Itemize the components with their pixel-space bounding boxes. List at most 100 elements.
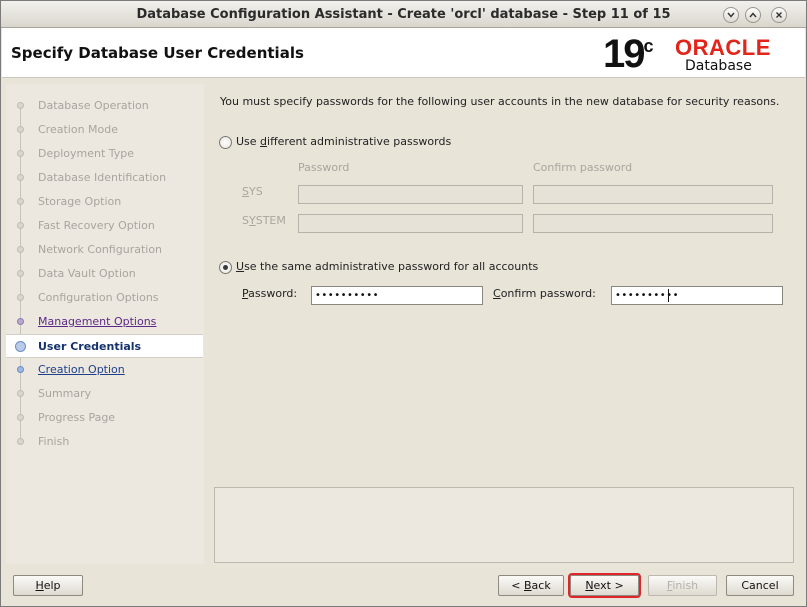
step-item: Network Configuration bbox=[6, 238, 203, 262]
next-button[interactable]: Next > bbox=[568, 573, 641, 598]
sys-password-field[interactable] bbox=[298, 185, 523, 204]
step-label: Fast Recovery Option bbox=[38, 219, 155, 232]
system-password-field[interactable] bbox=[298, 214, 523, 233]
step-indicator-icon bbox=[17, 414, 24, 421]
step-item: Storage Option bbox=[6, 190, 203, 214]
step-item: Progress Page bbox=[6, 406, 203, 430]
message-area bbox=[214, 487, 794, 563]
label-part: ack bbox=[531, 579, 551, 592]
step-item: Deployment Type bbox=[6, 142, 203, 166]
sys-confirm-password-field[interactable] bbox=[533, 185, 773, 204]
label-part: S bbox=[242, 214, 249, 227]
step-label: Management Options bbox=[38, 315, 157, 328]
label-mnemonic: H bbox=[35, 579, 44, 592]
label-part: se the same administrative password for … bbox=[244, 260, 539, 273]
confirm-password-label: Confirm password: bbox=[493, 287, 596, 300]
step-indicator-icon bbox=[17, 222, 24, 229]
step-label: User Credentials bbox=[38, 340, 142, 353]
step-item: Summary bbox=[6, 382, 203, 406]
label-mnemonic: d bbox=[260, 135, 268, 148]
intro-text: You must specify passwords for the follo… bbox=[220, 95, 780, 108]
step-label: Database Identification bbox=[38, 171, 167, 184]
dbca-window: Database Configuration Assistant - Creat… bbox=[0, 0, 807, 607]
logo-version-number: 19 bbox=[603, 32, 645, 76]
logo-version-suffix: c bbox=[643, 36, 654, 56]
step-indicator-icon bbox=[17, 366, 24, 373]
label-part: STEM bbox=[255, 214, 286, 227]
system-row-label: SYSTEM bbox=[242, 214, 286, 227]
back-button[interactable]: < Back bbox=[498, 575, 564, 596]
password-input[interactable]: •••••••••• bbox=[311, 286, 483, 305]
step-label: Creation Mode bbox=[38, 123, 119, 136]
step-indicator-icon bbox=[17, 150, 24, 157]
finish-button[interactable]: Finish bbox=[648, 575, 717, 596]
close-button[interactable] bbox=[771, 7, 787, 23]
password-label: Password: bbox=[242, 287, 297, 300]
label-part: onfirm password: bbox=[500, 287, 596, 300]
step-label: Progress Page bbox=[38, 411, 116, 424]
label-part: ifferent administrative passwords bbox=[267, 135, 452, 148]
different-passwords-label[interactable]: Use different administrative passwords bbox=[236, 135, 451, 148]
step-label: Network Configuration bbox=[38, 243, 163, 256]
logo-product: Database bbox=[685, 58, 752, 74]
same-password-label[interactable]: Use the same administrative password for… bbox=[236, 260, 538, 273]
text-caret bbox=[668, 289, 669, 302]
close-icon bbox=[776, 12, 782, 18]
title-bar[interactable]: Database Configuration Assistant - Creat… bbox=[1, 1, 806, 28]
chevron-up-icon bbox=[749, 12, 757, 18]
step-label: Deployment Type bbox=[38, 147, 135, 160]
page-header: Specify Database User Credentials 19c OR… bbox=[2, 28, 805, 78]
step-indicator-icon bbox=[17, 246, 24, 253]
step-label: Creation Option bbox=[38, 363, 125, 376]
window-title: Database Configuration Assistant - Creat… bbox=[136, 7, 671, 22]
sys-row-label: SYS bbox=[242, 185, 263, 198]
step-indicator-icon bbox=[17, 198, 24, 205]
step-label: Database Operation bbox=[38, 99, 149, 112]
step-indicator-icon bbox=[17, 438, 24, 445]
label-part: inish bbox=[672, 579, 699, 592]
label-part: elp bbox=[43, 579, 61, 592]
step-indicator-icon bbox=[15, 341, 26, 352]
step-label: Data Vault Option bbox=[38, 267, 136, 280]
step-indicator-icon bbox=[17, 126, 24, 133]
oracle-logo: 19c ORACLE Database bbox=[603, 32, 793, 76]
step-navigation: Database Operation Creation Mode Deploymen… bbox=[6, 84, 204, 564]
step-indicator-icon bbox=[17, 270, 24, 277]
step-item: Configuration Options bbox=[6, 286, 203, 310]
label-mnemonic: B bbox=[524, 579, 532, 592]
step-item[interactable]: Management Options bbox=[6, 310, 203, 334]
label-part: YS bbox=[248, 185, 263, 198]
different-passwords-radio[interactable] bbox=[219, 136, 232, 149]
page-title: Specify Database User Credentials bbox=[11, 44, 304, 62]
step-label: Summary bbox=[38, 387, 92, 400]
step-indicator-icon bbox=[17, 390, 24, 397]
confirm-password-input[interactable]: •••••••••• bbox=[611, 286, 783, 305]
step-item: Data Vault Option bbox=[6, 262, 203, 286]
same-password-radio[interactable] bbox=[219, 261, 232, 274]
system-confirm-password-field[interactable] bbox=[533, 214, 773, 233]
cancel-button[interactable]: Cancel bbox=[726, 575, 794, 596]
label-part: assword: bbox=[248, 287, 298, 300]
step-indicator-icon bbox=[17, 174, 24, 181]
step-item[interactable]: Creation Option bbox=[6, 358, 203, 382]
step-item: Fast Recovery Option bbox=[6, 214, 203, 238]
label-mnemonic: S bbox=[242, 185, 249, 198]
step-item: Creation Mode bbox=[6, 118, 203, 142]
minimize-button[interactable] bbox=[723, 7, 739, 23]
maximize-button[interactable] bbox=[745, 7, 761, 23]
label-part: Use bbox=[236, 135, 261, 148]
step-label: Configuration Options bbox=[38, 291, 159, 304]
help-button[interactable]: Help bbox=[13, 575, 83, 596]
step-item: Database Operation bbox=[6, 94, 203, 118]
password-column-header: Password bbox=[298, 161, 350, 174]
label-mnemonic: C bbox=[493, 287, 501, 300]
label-mnemonic: U bbox=[236, 260, 245, 273]
step-label: Finish bbox=[38, 435, 70, 448]
password-value: •••••••••• bbox=[315, 290, 379, 301]
step-item: Finish bbox=[6, 430, 203, 454]
step-item: User Credentials bbox=[6, 334, 203, 358]
credentials-panel: You must specify passwords for the follo… bbox=[214, 84, 794, 484]
label-part: ext > bbox=[593, 579, 624, 592]
label-mnemonic: Y bbox=[248, 214, 256, 227]
step-indicator-icon bbox=[17, 318, 24, 325]
